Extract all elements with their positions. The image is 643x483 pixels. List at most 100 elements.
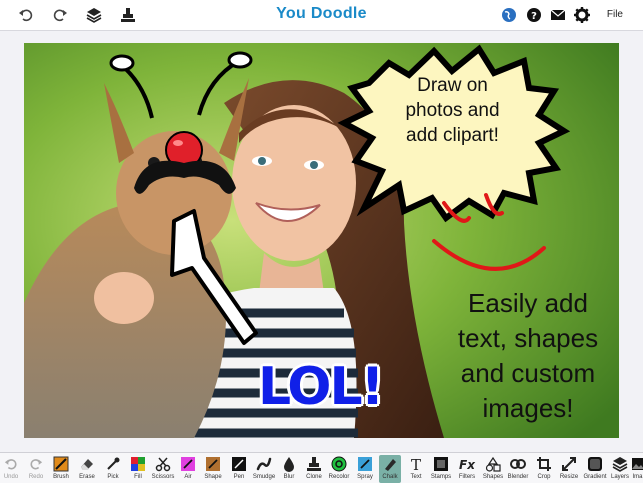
tool-label: Pen <box>233 474 245 480</box>
tool-label: Stamps <box>430 474 452 480</box>
mail-icon[interactable] <box>548 5 568 25</box>
tool-erase[interactable]: Erase <box>76 455 98 483</box>
top-toolbar: You Doodle ? File <box>0 0 643 31</box>
globe-icon[interactable] <box>499 5 519 25</box>
tool-shapes[interactable]: Shapes <box>482 455 504 483</box>
tool-filters[interactable]: Fx Filters <box>456 455 478 483</box>
undo-icon <box>2 455 20 473</box>
tool-blur[interactable]: Blur <box>278 455 300 483</box>
tool-label: Gradient <box>583 474 607 480</box>
tool-label: Shape <box>204 474 222 480</box>
chalk-icon <box>381 455 399 473</box>
tool-label: Shapes <box>482 474 504 480</box>
tool-fill[interactable]: Fill <box>127 455 149 483</box>
tool-resize[interactable]: Resize <box>558 455 580 483</box>
feature-line: Easily add <box>468 288 588 318</box>
feature-line: and custom <box>460 358 596 388</box>
recolor-icon <box>330 455 348 473</box>
layers-icon <box>611 455 629 473</box>
smudge-icon <box>255 455 273 473</box>
tool-label: Filters <box>458 474 476 480</box>
tool-shape[interactable]: Shape <box>202 455 224 483</box>
tool-blender[interactable]: Blender <box>507 455 529 483</box>
tool-label: Fill <box>134 474 142 480</box>
tool-recolor[interactable]: Recolor <box>328 455 350 483</box>
svg-text:?: ? <box>531 11 537 22</box>
tool-spray[interactable]: Spray <box>354 455 376 483</box>
spray-icon <box>356 455 374 473</box>
tool-label: Brush <box>53 474 69 480</box>
bubble-line: add clipart! <box>406 125 499 146</box>
tool-redo[interactable]: Redo <box>25 455 47 483</box>
tool-gradient[interactable]: Gradient <box>583 455 607 483</box>
bubble-line: Draw on <box>417 75 488 96</box>
text-icon: T <box>407 455 425 473</box>
tool-label: Blender <box>507 474 529 480</box>
tool-label: Text <box>410 474 422 480</box>
tool-air[interactable]: Air <box>177 455 199 483</box>
speech-bubble-text: Draw on photos and add clipart! <box>385 73 520 148</box>
tool-label: Smudge <box>252 474 276 480</box>
gradient-icon <box>586 455 604 473</box>
tool-label: Scissors <box>151 474 175 480</box>
bubble-line: photos and <box>405 100 500 121</box>
tool-label: Ima <box>632 474 643 480</box>
fill-icon <box>129 455 147 473</box>
tool-text[interactable]: T Text <box>405 455 427 483</box>
svg-text:Fx: Fx <box>459 458 476 472</box>
shapes-icon <box>484 455 502 473</box>
blender-icon <box>509 455 527 473</box>
tool-label: Recolor <box>328 474 350 480</box>
eraser-icon <box>78 455 96 473</box>
shape-icon <box>204 455 222 473</box>
resize-icon <box>560 455 578 473</box>
tool-label: Undo <box>3 474 19 480</box>
tool-crop[interactable]: Crop <box>533 455 555 483</box>
pen-icon <box>230 455 248 473</box>
brush-icon <box>52 455 70 473</box>
app-title: You Doodle <box>276 5 367 22</box>
redo-icon <box>27 455 45 473</box>
tool-label: Erase <box>79 474 95 480</box>
tool-clone[interactable]: Clone <box>303 455 325 483</box>
feature-line: images! <box>482 393 574 423</box>
tool-scissors[interactable]: Scissors <box>152 455 174 483</box>
stamps-icon <box>432 455 450 473</box>
tool-label: Crop <box>537 474 551 480</box>
tool-layers[interactable]: Layers <box>609 455 631 483</box>
crop-icon <box>535 455 553 473</box>
airbrush-icon <box>179 455 197 473</box>
tool-label: Redo <box>28 474 44 480</box>
tool-smudge[interactable]: Smudge <box>253 455 275 483</box>
tool-brush[interactable]: Brush <box>50 455 72 483</box>
help-icon[interactable]: ? <box>524 5 544 25</box>
tool-chalk[interactable]: Chalk <box>379 455 401 483</box>
file-menu-button[interactable]: File <box>607 9 623 20</box>
gear-icon[interactable] <box>572 5 592 25</box>
drawing-canvas[interactable]: Draw on photos and add clipart! Easily a… <box>24 43 619 438</box>
feature-text: Easily add text, shapes and custom image… <box>433 286 619 426</box>
filters-icon: Fx <box>458 455 476 473</box>
blur-icon <box>280 455 298 473</box>
tool-label: Clone <box>306 474 322 480</box>
tool-pen[interactable]: Pen <box>228 455 250 483</box>
image-icon <box>632 455 643 473</box>
tool-label: Pick <box>107 474 119 480</box>
tool-stamps[interactable]: Stamps <box>430 455 452 483</box>
svg-text:T: T <box>411 456 421 472</box>
eyedropper-icon <box>104 455 122 473</box>
tool-label: Resize <box>559 474 579 480</box>
clone-stamp-icon <box>305 455 323 473</box>
tool-pick[interactable]: Pick <box>102 455 124 483</box>
scissors-icon <box>154 455 172 473</box>
tool-label: Blur <box>283 474 295 480</box>
tool-undo[interactable]: Undo <box>0 455 22 483</box>
lol-clipart-text: LOL! <box>258 357 384 417</box>
tool-label: Layers <box>610 474 629 480</box>
tool-label: Air <box>184 474 192 480</box>
feature-line: text, shapes <box>457 323 599 353</box>
bottom-toolbar: Undo Redo Brush Erase Pick Fill Scissors… <box>0 452 643 483</box>
tool-label: Chalk <box>382 474 398 480</box>
tool-image[interactable]: Ima <box>632 455 643 483</box>
tool-label: Spray <box>357 474 373 480</box>
